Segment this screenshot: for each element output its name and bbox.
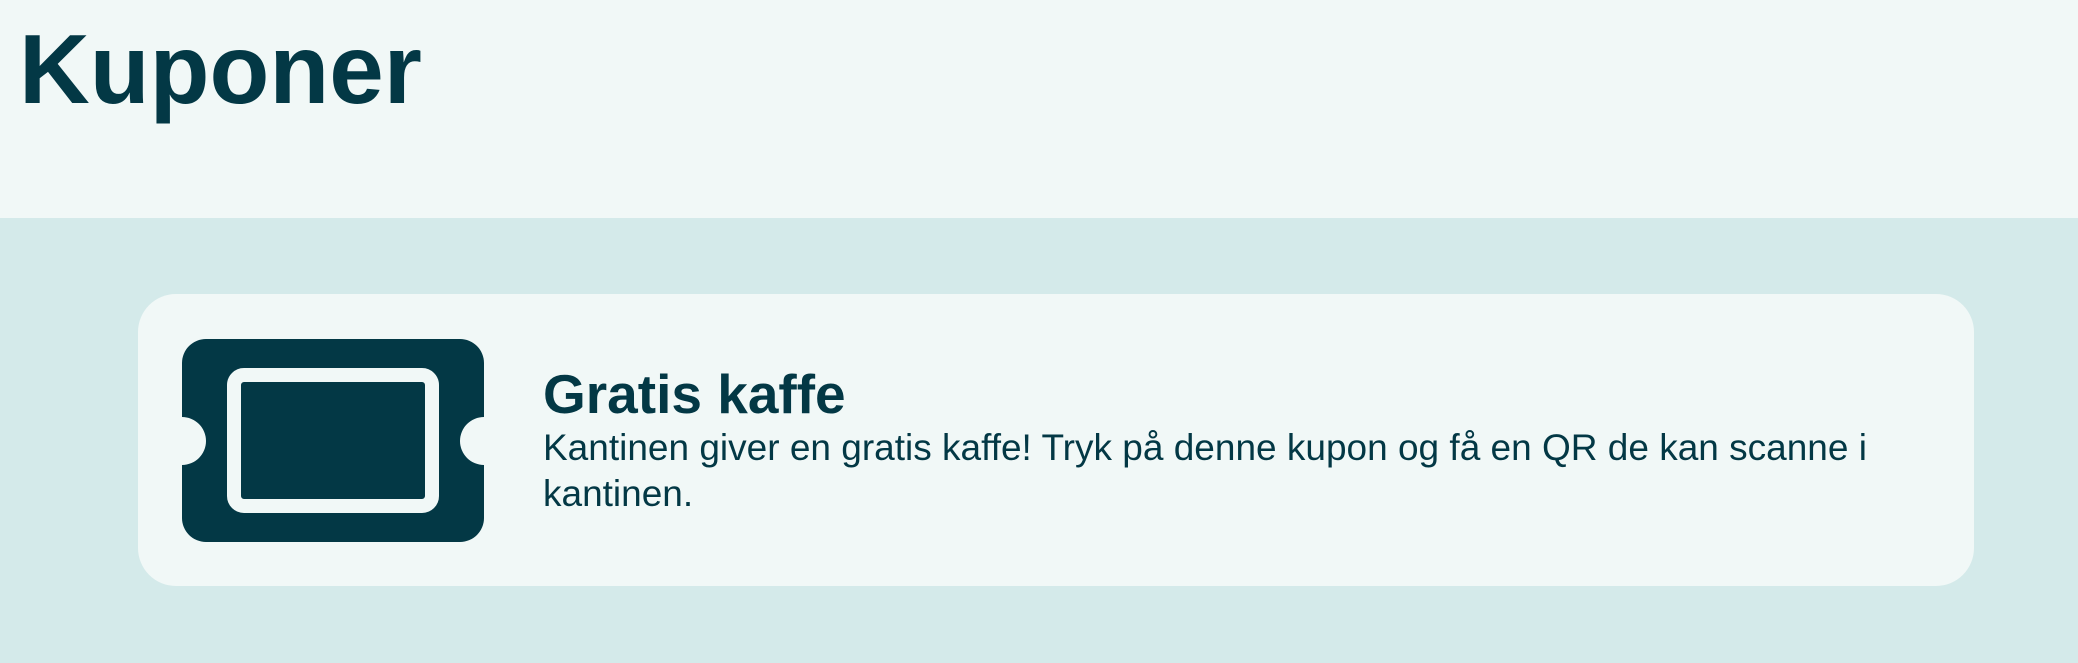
ticket-icon	[182, 339, 484, 542]
page-title: Kuponer	[19, 14, 422, 124]
coupon-title: Gratis kaffe	[543, 363, 846, 425]
coupon-description: Kantinen giver en gratis kaffe! Tryk på …	[543, 427, 1867, 514]
page-header: Kuponer	[0, 0, 2078, 218]
coupon-card[interactable]: Gratis kaffe Kantinen giver en gratis ka…	[138, 294, 1974, 586]
coupon-list: Gratis kaffe Kantinen giver en gratis ka…	[0, 218, 2078, 663]
